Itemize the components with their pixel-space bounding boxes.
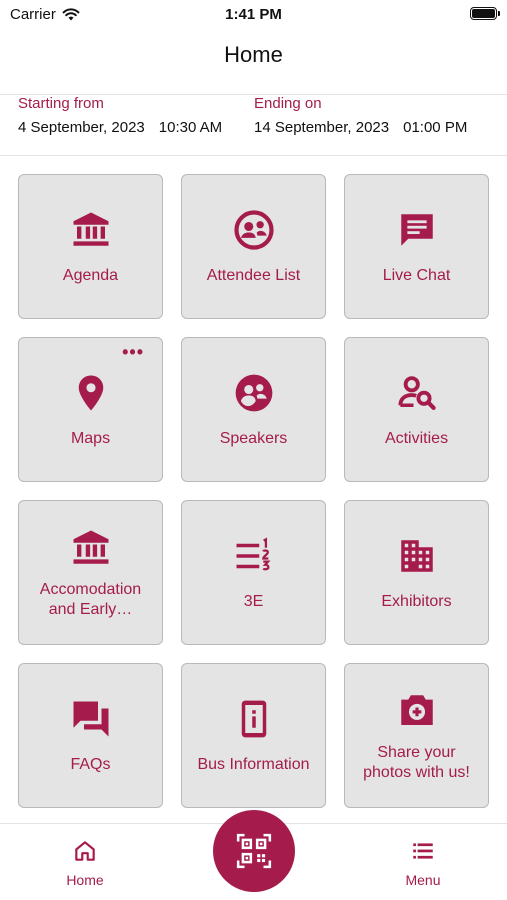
chat-bubble-icon (395, 208, 439, 252)
end-datetime: 14 September, 2023 01:00 PM (254, 119, 467, 136)
end-date: 14 September, 2023 (254, 119, 390, 136)
status-time: 1:41 PM (225, 6, 282, 23)
building-icon (395, 534, 439, 578)
tile-label: Accomodation and Early… (39, 580, 142, 618)
tile-label: Agenda (62, 266, 119, 284)
start-label: Starting from (18, 95, 104, 112)
tab-home-label: Home (66, 872, 104, 888)
tab-menu-label: Menu (405, 872, 441, 888)
tile-maps[interactable]: ••• Maps (18, 337, 163, 482)
more-options-icon[interactable]: ••• (122, 343, 144, 361)
forum-icon (69, 697, 113, 741)
tab-menu[interactable]: Menu (378, 838, 468, 888)
tile-exhibitors[interactable]: Exhibitors (344, 500, 489, 645)
people-circle-icon (232, 208, 276, 252)
feature-grid: Agenda Attendee List Live Chat ••• Maps … (18, 174, 490, 808)
map-pin-icon (69, 371, 113, 415)
home-icon (75, 841, 95, 861)
tile-bus-information[interactable]: Bus Information (181, 663, 326, 808)
start-date-block: Starting from 4 September, 2023 10:30 AM (18, 95, 222, 136)
end-time: 01:00 PM (403, 119, 468, 136)
tile-label: Live Chat (382, 266, 451, 284)
tile-share-photos[interactable]: Share your photos with us! (344, 663, 489, 808)
event-dates: Starting from 4 September, 2023 10:30 AM … (0, 95, 507, 155)
tile-label: 3E (243, 592, 264, 610)
person-search-icon (395, 371, 439, 415)
end-label: Ending on (254, 95, 322, 112)
tile-live-chat[interactable]: Live Chat (344, 174, 489, 319)
tab-home[interactable]: Home (40, 838, 130, 888)
add-photo-icon (395, 689, 439, 733)
people-circle-icon (232, 371, 276, 415)
start-datetime: 4 September, 2023 10:30 AM (18, 119, 222, 136)
start-time: 10:30 AM (158, 119, 223, 136)
tile-label: Attendee List (206, 266, 301, 284)
info-device-icon (232, 697, 276, 741)
status-bar: Carrier 1:41 PM (0, 0, 507, 30)
end-date-block: Ending on 14 September, 2023 01:00 PM (254, 95, 467, 136)
page-title: Home (224, 42, 283, 67)
qr-code-icon (236, 833, 272, 869)
numbered-list-icon (232, 534, 276, 578)
start-date: 4 September, 2023 (18, 119, 145, 136)
tile-label: Exhibitors (381, 592, 452, 610)
tile-3e[interactable]: 3E (181, 500, 326, 645)
battery-icon (470, 7, 500, 20)
tile-label: Speakers (219, 429, 288, 447)
bank-icon (69, 208, 113, 252)
bank-icon (69, 526, 113, 570)
menu-list-icon (413, 843, 433, 859)
tile-activities[interactable]: Activities (344, 337, 489, 482)
qr-scan-button[interactable] (213, 810, 295, 892)
tile-label: Bus Information (197, 755, 310, 773)
tile-attendee-list[interactable]: Attendee List (181, 174, 326, 319)
tile-agenda[interactable]: Agenda (18, 174, 163, 319)
tile-label: FAQs (70, 755, 111, 773)
tile-faqs[interactable]: FAQs (18, 663, 163, 808)
dates-divider (0, 155, 507, 156)
tile-label: Activities (384, 429, 449, 447)
tile-label: Share your photos with us! (363, 743, 470, 781)
tile-label: Maps (70, 429, 111, 447)
tile-accomodation[interactable]: Accomodation and Early… (18, 500, 163, 645)
tile-speakers[interactable]: Speakers (181, 337, 326, 482)
